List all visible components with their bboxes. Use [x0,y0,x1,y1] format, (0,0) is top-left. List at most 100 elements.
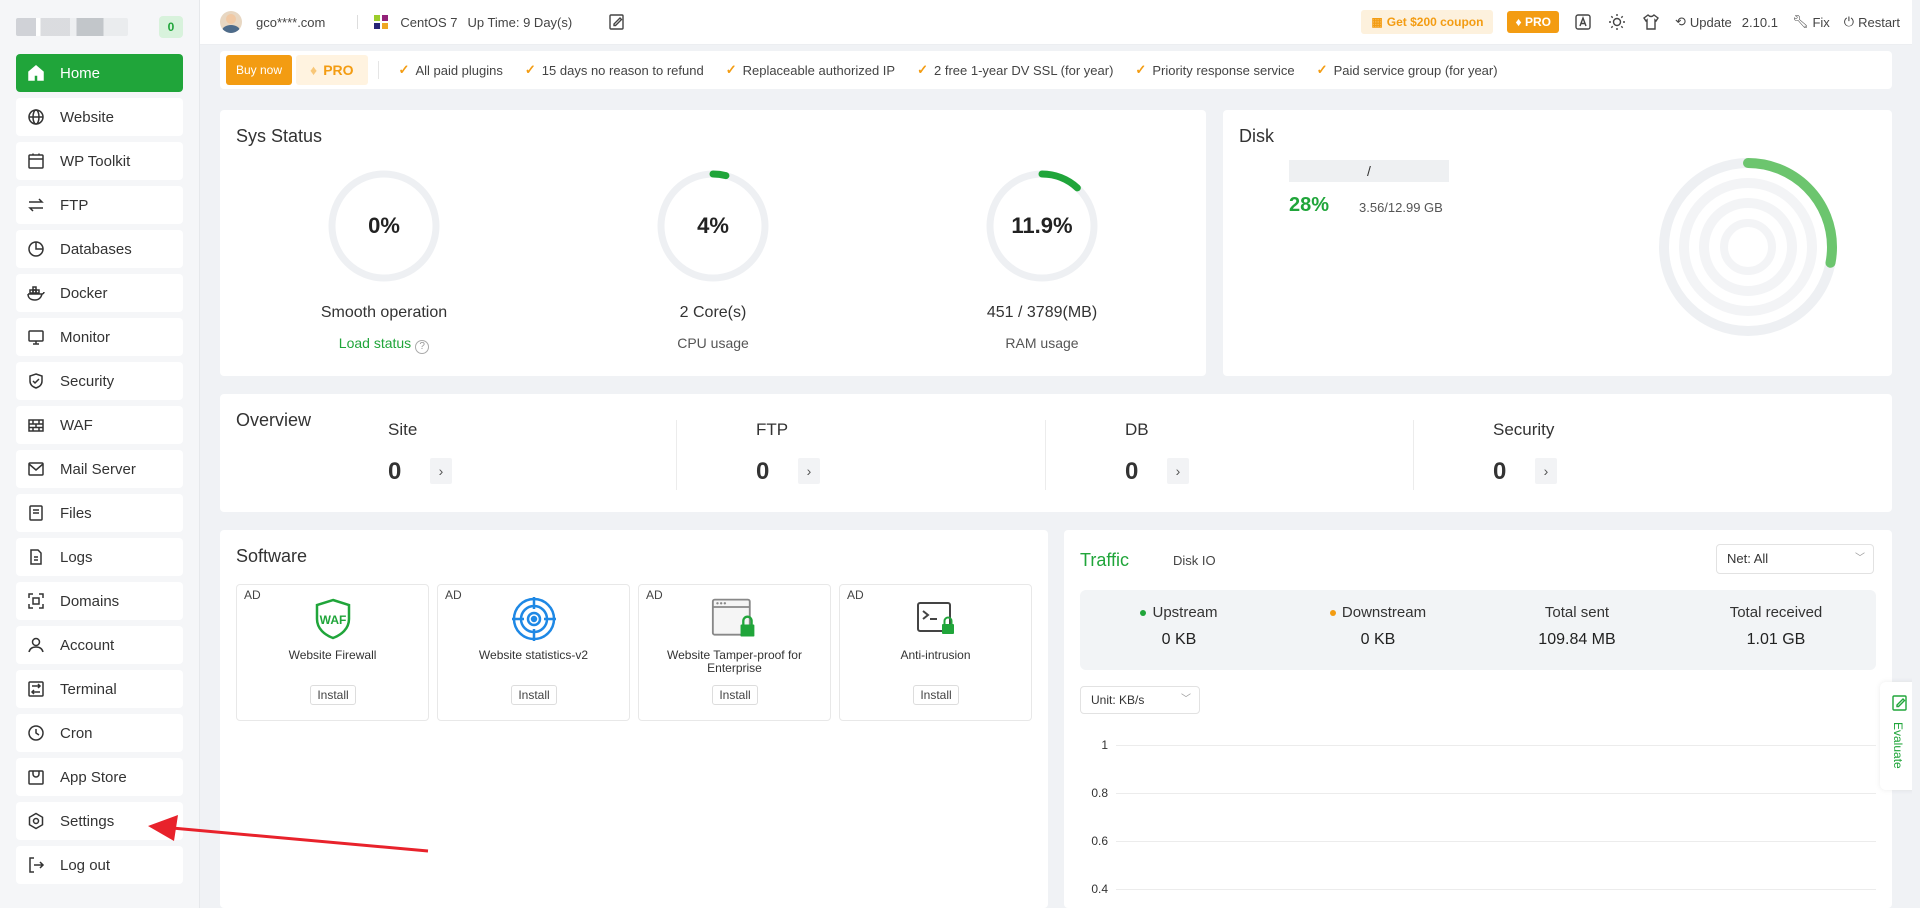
software-card-item[interactable]: AD Website statistics-v2 Install [437,584,630,721]
install-button[interactable]: Install [913,685,959,705]
sidebar-item-label: Docker [60,284,108,302]
update-button[interactable]: ⟲ Update 2.10.1 [1675,14,1778,30]
edit-note-icon[interactable] [608,13,626,31]
sidebar-item-home[interactable]: Home [16,54,183,92]
coupon-button[interactable]: ▦ Get $200 coupon [1361,10,1494,34]
traffic-stat-total-sent: Total sent 109.84 MB [1478,604,1676,649]
restart-button[interactable]: ⏻ Restart [1844,14,1900,30]
sidebar-item-monitor[interactable]: Monitor [16,318,183,356]
traffic-stat-label: Downstream [1341,604,1427,621]
version: 2.10.1 [1741,14,1778,30]
unit-select-value: Unit: KB/s [1091,693,1145,707]
load-status-link[interactable]: Load status? [274,335,494,354]
software-card-item[interactable]: AD WAF Website Firewall Install [236,584,429,721]
sidebar-item-waf[interactable]: WAF [16,406,183,444]
statistics-target-icon [510,595,558,643]
wrench-icon: 🔧︎ [1791,14,1809,29]
check-icon: ✓ [1135,62,1147,77]
sidebar-item-domains[interactable]: Domains [16,582,183,620]
tamper-proof-lock-icon [711,595,759,643]
perk-label: Priority response service [1152,62,1295,78]
overview-label: Security [1493,420,1555,439]
fix-button[interactable]: 🔧︎ Fix [1792,14,1830,30]
y-tick-label: 0.6 [1091,834,1108,848]
notification-badge[interactable]: 0 [159,16,183,38]
tab-disk-io[interactable]: Disk IO [1173,553,1216,568]
avatar[interactable] [220,11,242,33]
net-select[interactable]: Net: All ﹀ [1716,544,1874,574]
diamond-icon: ♦ [310,62,318,78]
sidebar-item-databases[interactable]: Databases [16,230,183,268]
sidebar-item-label: Settings [60,812,115,830]
load-gauge[interactable]: 0% [326,168,442,284]
pro-pill[interactable]: ♦ PRO [296,55,368,85]
store-icon [26,767,46,787]
sidebar-item-label: Account [60,636,115,654]
sidebar-item-files[interactable]: Files [16,494,183,532]
username[interactable]: gco****.com [256,15,325,30]
card-title: Sys Status [236,126,323,146]
net-select-value: Net: All [1727,551,1769,566]
overview-count[interactable]: 0 [756,458,769,486]
sidebar-item-logs[interactable]: Logs [16,538,183,576]
translate-icon[interactable] [1573,12,1593,32]
load-status-label: Load status [338,335,412,351]
chevron-right-icon[interactable]: › [1167,458,1189,484]
ad-label: AD [646,588,663,602]
tshirt-skin-icon[interactable] [1641,12,1661,32]
sidebar-item-security[interactable]: Security [16,362,183,400]
chevron-right-icon[interactable]: › [430,458,452,484]
load-label: Smooth operation [320,304,448,321]
legend-dot [1140,609,1147,616]
disk-size: 3.56/12.99 GB [1359,200,1443,215]
sidebar-item-website[interactable]: Website [16,98,183,136]
sidebar-item-app-store[interactable]: App Store [16,758,183,796]
ram-amount: 451 / 3789(MB) [986,304,1098,321]
unit-select[interactable]: Unit: KB/s ﹀ [1080,686,1200,714]
theme-sun-icon[interactable] [1607,12,1627,32]
install-button[interactable]: Install [511,685,557,705]
software-card-item[interactable]: AD Anti-intrusion Install [839,584,1032,721]
cpu-cores: 2 Core(s) [679,304,747,321]
sidebar-item-cron[interactable]: Cron [16,714,183,752]
sidebar-item-label: Website [60,108,114,126]
sidebar-item-account[interactable]: Account [16,626,183,664]
edit-icon [1892,695,1907,711]
shield-icon [26,371,46,391]
pro-button[interactable]: ♦ PRO [1507,11,1559,33]
sidebar-item-docker[interactable]: Docker [16,274,183,312]
overview-count[interactable]: 0 [1493,458,1506,486]
chevron-down-icon: ﹀ [1855,553,1865,564]
sidebar-item-ftp[interactable]: FTP [16,186,183,224]
cpu-gauge[interactable]: 4% [655,168,771,284]
perk-item: ✓ All paid plugins [399,62,503,78]
topbar-actions: ▦ Get $200 coupon ♦ PRO ⟲ Update 2.10.1 … [1361,10,1900,34]
pro-pill-label: PRO [323,62,354,78]
install-button[interactable]: Install [712,685,758,705]
sidebar-item-wp-toolkit[interactable]: WP Toolkit [16,142,183,180]
load-value: 0% [368,213,400,238]
page-scrollbar[interactable] [1912,0,1920,908]
chevron-right-icon[interactable]: › [1535,458,1557,484]
help-icon[interactable]: ? [415,340,430,354]
ram-gauge[interactable]: 11.9% [984,168,1100,284]
sidebar-item-label: Monitor [60,328,111,346]
software-name: Website Tamper-proof for Enterprise [667,648,802,675]
tab-traffic[interactable]: Traffic [1080,550,1129,571]
overview-count[interactable]: 0 [388,458,401,486]
evaluate-label: Evaluate [1891,722,1905,769]
os-name: CentOS 7 [400,14,458,30]
sidebar-item-settings[interactable]: Settings [16,802,183,840]
buy-now-button[interactable]: Buy now [226,55,293,85]
wordpress-icon [26,151,46,171]
chevron-right-icon[interactable]: › [798,458,820,484]
install-button[interactable]: Install [310,685,356,705]
disk-mount-point[interactable]: / [1289,160,1449,182]
overview-count[interactable]: 0 [1125,458,1138,486]
sidebar-item-log-out[interactable]: Log out [16,846,183,884]
software-card-item[interactable]: AD Website Tamper-proof for Enterprise Ins… [638,584,831,721]
overview-db: DB 0 › [1125,394,1493,512]
sidebar-item-mail-server[interactable]: Mail Server [16,450,183,488]
sidebar-item-label: Home [60,64,101,82]
sidebar-item-terminal[interactable]: Terminal [16,670,183,708]
